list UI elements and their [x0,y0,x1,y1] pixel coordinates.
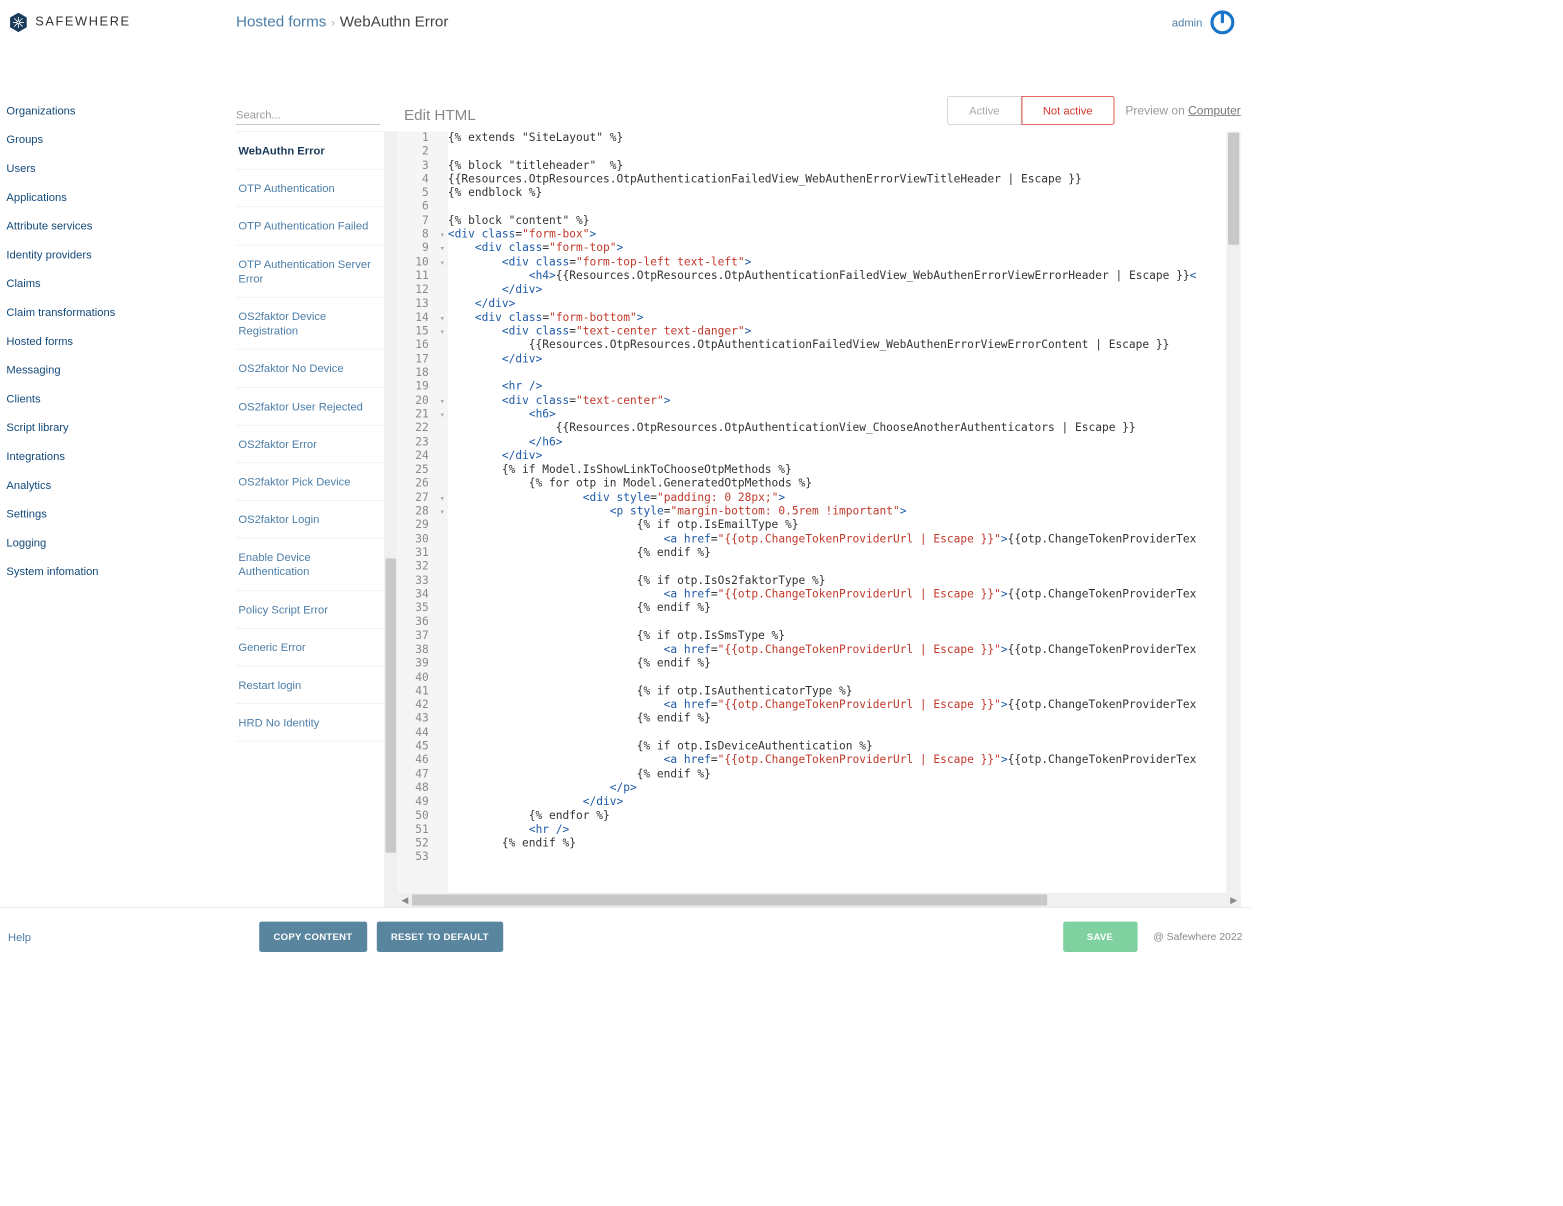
app-header: SAFEWHERE Hosted forms › WebAuthn Error … [0,0,1250,44]
form-list-item[interactable]: OS2faktor User Rejected [236,388,384,426]
list-scroll-thumb[interactable] [386,558,396,853]
sidebar-item[interactable]: Logging [6,528,236,557]
form-list-item[interactable]: OTP Authentication [236,170,384,208]
form-list-item[interactable]: OS2faktor Device Registration [236,298,384,350]
code-editor[interactable]: 1234567891011121314151617181920212223242… [398,131,1241,907]
sidebar-item[interactable]: Groups [6,125,236,154]
form-list-item[interactable]: OTP Authentication Server Error [236,245,384,297]
form-list-item[interactable]: HRD No Identity [236,704,384,742]
form-list-item[interactable]: OTP Authentication Failed [236,208,384,246]
form-list-item[interactable]: OS2faktor Login [236,501,384,539]
sidebar-item[interactable]: Script library [6,413,236,442]
form-list-item[interactable]: OS2faktor No Device [236,350,384,388]
form-list-item[interactable]: Enable Device Authentication [236,539,384,591]
copy-content-button[interactable]: COPY CONTENT [259,921,367,951]
form-list-item[interactable]: Policy Script Error [236,591,384,629]
copyright: @ Safewhere 2022 [1153,930,1242,942]
hosted-forms-list[interactable]: WebAuthn ErrorOTP AuthenticationOTP Auth… [236,131,384,907]
chevron-right-icon: › [331,16,335,29]
admin-link[interactable]: admin [1172,16,1203,29]
sidebar-item[interactable]: Claim transformations [6,298,236,327]
help-link[interactable]: Help [8,930,31,943]
breadcrumb-current: WebAuthn Error [340,13,449,31]
editor-hscroll-thumb[interactable] [412,894,1047,905]
form-list-item[interactable]: Restart login [236,666,384,704]
sidebar-item[interactable]: Analytics [6,470,236,499]
sidebar-item[interactable]: Hosted forms [6,326,236,355]
logo[interactable]: SAFEWHERE [8,12,236,33]
power-icon[interactable] [1210,10,1234,34]
sidebar-item[interactable]: Messaging [6,355,236,384]
preview-label: Preview on Computer [1125,104,1240,118]
search-input[interactable] [236,105,380,125]
editor-code-area[interactable]: {% extends "SiteLayout" %}{% block "titl… [448,131,1227,893]
scroll-right-icon[interactable]: ▶ [1226,895,1240,905]
breadcrumb-parent[interactable]: Hosted forms [236,13,326,31]
footer: Help COPY CONTENT RESET TO DEFAULT SAVE … [0,907,1250,965]
toggle-active-button[interactable]: Active [948,96,1022,125]
preview-device-link[interactable]: Computer [1188,104,1241,118]
save-button[interactable]: SAVE [1063,921,1137,951]
sidebar-item[interactable]: Integrations [6,442,236,471]
editor-vscroll-thumb[interactable] [1228,133,1239,245]
sidebar-item[interactable]: Organizations [6,96,236,125]
sidebar-item[interactable]: Users [6,154,236,183]
sidebar-item[interactable]: Applications [6,182,236,211]
toggle-not-active-button[interactable]: Not active [1021,96,1114,125]
sidebar-item[interactable]: Settings [6,499,236,528]
logo-text: SAFEWHERE [35,15,130,29]
breadcrumb: Hosted forms › WebAuthn Error [236,13,448,31]
sidebar-item[interactable]: Clients [6,384,236,413]
sidebar-nav: OrganizationsGroupsUsersApplicationsAttr… [0,44,236,907]
sidebar-item[interactable]: Claims [6,269,236,298]
active-toggle: Active Not active [948,96,1115,125]
form-list-item[interactable]: WebAuthn Error [236,131,384,170]
editor-gutter: 1234567891011121314151617181920212223242… [398,131,437,893]
reset-default-button[interactable]: RESET TO DEFAULT [376,921,503,951]
editor-hscrollbar[interactable]: ◀ ▶ [398,893,1241,907]
form-list-item[interactable]: OS2faktor Pick Device [236,463,384,501]
sidebar-item[interactable]: Identity providers [6,240,236,269]
panel-title: Edit HTML [404,107,476,125]
list-scrollbar[interactable] [384,131,398,907]
sidebar-item[interactable]: Attribute services [6,211,236,240]
scroll-left-icon[interactable]: ◀ [398,895,412,905]
form-list-item[interactable]: OS2faktor Error [236,425,384,463]
editor-fold-column[interactable]: ▾▾▾▾▾▾▾▾▾ [437,131,448,893]
editor-vscrollbar[interactable] [1226,131,1240,893]
sidebar-item[interactable]: System infomation [6,557,236,586]
form-list-item[interactable]: Generic Error [236,629,384,667]
logo-icon [8,12,29,33]
